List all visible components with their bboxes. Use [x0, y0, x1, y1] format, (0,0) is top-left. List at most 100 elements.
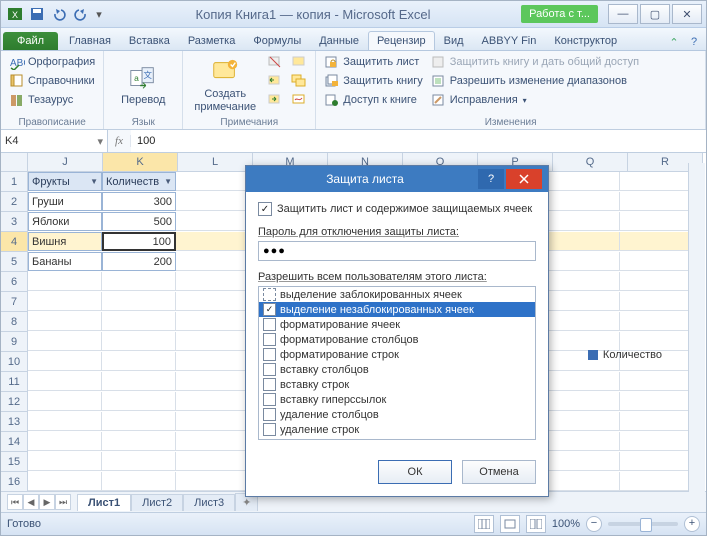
cell[interactable] — [546, 232, 620, 251]
qat-dropdown-icon[interactable]: ▾ — [93, 4, 105, 24]
zoom-level[interactable]: 100% — [552, 518, 580, 530]
maximize-button[interactable]: ▢ — [640, 4, 670, 24]
row-header[interactable]: 2 — [1, 192, 28, 212]
select-all-corner[interactable] — [1, 153, 28, 172]
spelling-button[interactable]: ABCОрфография — [7, 53, 97, 71]
cell[interactable] — [620, 252, 694, 271]
fx-button[interactable]: fx — [108, 135, 131, 147]
permission-item[interactable]: вставку столбцов — [259, 362, 535, 377]
row-header[interactable]: 12 — [1, 392, 28, 412]
sheet-nav-first[interactable]: ⏮ — [7, 494, 23, 510]
cell[interactable] — [176, 192, 250, 211]
tab-данные[interactable]: Данные — [310, 31, 368, 50]
tab-рецензир[interactable]: Рецензир — [368, 31, 435, 50]
cell[interactable]: Количеств▼ — [102, 172, 176, 191]
file-tab[interactable]: Файл — [3, 32, 58, 50]
row-header[interactable]: 7 — [1, 292, 28, 312]
cell[interactable] — [620, 472, 694, 491]
cell[interactable] — [102, 372, 176, 391]
cell[interactable] — [546, 312, 620, 331]
cell[interactable] — [28, 292, 102, 311]
cell[interactable] — [102, 292, 176, 311]
view-pagebreak-icon[interactable] — [526, 515, 546, 533]
cancel-button[interactable]: Отмена — [462, 460, 536, 484]
ok-button[interactable]: ОК — [378, 460, 452, 484]
tab-разметка[interactable]: Разметка — [179, 31, 245, 50]
cell[interactable] — [176, 172, 250, 191]
sheet-tab[interactable]: Лист3 — [183, 494, 235, 511]
cell[interactable] — [620, 292, 694, 311]
row-header[interactable]: 11 — [1, 372, 28, 392]
cell[interactable] — [620, 452, 694, 471]
permission-checkbox[interactable] — [263, 363, 276, 376]
show-ink-button[interactable] — [289, 91, 309, 109]
tab-формулы[interactable]: Формулы — [244, 31, 310, 50]
cell[interactable] — [176, 332, 250, 351]
cell[interactable] — [102, 312, 176, 331]
formula-input[interactable] — [131, 130, 706, 152]
excel-icon[interactable]: X — [5, 4, 25, 24]
research-button[interactable]: Справочники — [7, 72, 97, 90]
permissions-list[interactable]: выделение заблокированных ячеек✓выделени… — [258, 286, 536, 440]
dialog-close-button[interactable] — [506, 169, 542, 189]
share-workbook-button[interactable]: Доступ к книге — [322, 91, 425, 109]
cell[interactable] — [28, 452, 102, 471]
cell[interactable]: Вишня — [28, 232, 102, 251]
cell[interactable] — [28, 312, 102, 331]
cell[interactable] — [176, 432, 250, 451]
cell[interactable]: Бананы — [28, 252, 102, 271]
cell[interactable] — [620, 192, 694, 211]
col-header[interactable]: K — [103, 153, 178, 172]
cell[interactable] — [28, 472, 102, 491]
cell[interactable] — [102, 332, 176, 351]
cell[interactable] — [102, 452, 176, 471]
protect-sheet-button[interactable]: Защитить лист — [322, 53, 425, 71]
cell[interactable] — [546, 212, 620, 231]
permission-item[interactable]: удаление строк — [259, 422, 535, 437]
tab-abbyy fin[interactable]: ABBYY Fin — [473, 31, 546, 50]
cell[interactable] — [176, 372, 250, 391]
cell[interactable] — [176, 452, 250, 471]
permission-checkbox[interactable]: ✓ — [263, 303, 276, 316]
cell[interactable]: Яблоки — [28, 212, 102, 231]
view-layout-icon[interactable] — [500, 515, 520, 533]
permission-item[interactable]: удаление столбцов — [259, 407, 535, 422]
cell[interactable] — [546, 452, 620, 471]
permission-item[interactable]: форматирование строк — [259, 347, 535, 362]
cell[interactable] — [176, 472, 250, 491]
tab-главная[interactable]: Главная — [60, 31, 120, 50]
row-header[interactable]: 16 — [1, 472, 28, 491]
row-header[interactable]: 9 — [1, 332, 28, 352]
cell[interactable] — [620, 372, 694, 391]
cell[interactable] — [28, 392, 102, 411]
sheet-tab[interactable]: Лист2 — [131, 494, 183, 511]
cell[interactable] — [102, 272, 176, 291]
save-icon[interactable] — [27, 4, 47, 24]
cell[interactable] — [28, 432, 102, 451]
vertical-scrollbar[interactable] — [688, 163, 705, 492]
cell[interactable] — [546, 172, 620, 191]
permission-item[interactable]: вставку строк — [259, 377, 535, 392]
row-header[interactable]: 10 — [1, 352, 28, 372]
cell[interactable] — [28, 412, 102, 431]
cell[interactable] — [546, 432, 620, 451]
cell[interactable]: Фрукты▼ — [28, 172, 102, 191]
sheet-tab[interactable]: Лист1 — [77, 494, 131, 511]
permission-checkbox[interactable] — [263, 333, 276, 346]
cell[interactable] — [546, 412, 620, 431]
cell[interactable] — [620, 172, 694, 191]
cell[interactable] — [620, 232, 694, 251]
permission-checkbox[interactable] — [263, 408, 276, 421]
permission-item[interactable]: форматирование ячеек — [259, 317, 535, 332]
tab-конструктор[interactable]: Конструктор — [545, 31, 626, 50]
cell[interactable] — [546, 272, 620, 291]
cell[interactable] — [620, 312, 694, 331]
cell[interactable] — [176, 232, 250, 251]
cell[interactable]: 500 — [102, 212, 176, 231]
cell[interactable] — [102, 472, 176, 491]
translate-button[interactable]: a文 Перевод — [110, 53, 176, 116]
sheet-nav-prev[interactable]: ◀ — [23, 494, 39, 510]
name-box[interactable]: K4▾ — [1, 130, 108, 152]
cell[interactable] — [620, 412, 694, 431]
protect-sheet-checkbox[interactable]: ✓ — [258, 202, 272, 216]
